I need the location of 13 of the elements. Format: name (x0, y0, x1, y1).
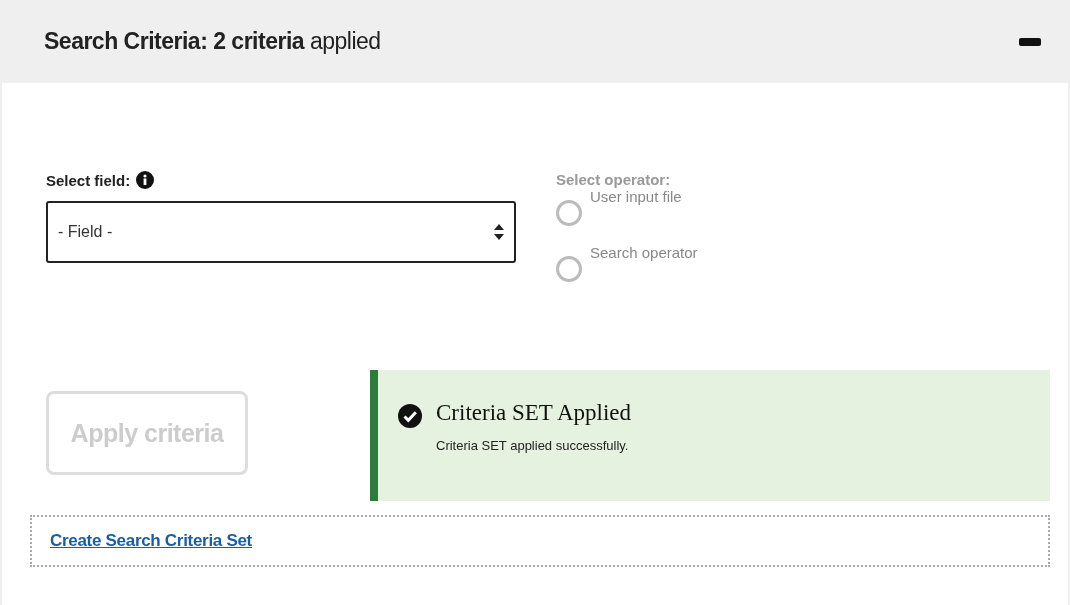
field-label: Select field: (46, 171, 131, 189)
radio-label: User input file (590, 188, 682, 205)
info-icon[interactable] (136, 171, 155, 189)
field-select[interactable]: - Field - (46, 201, 516, 263)
operator-label: Select operator: (556, 171, 671, 188)
check-circle-icon (398, 404, 422, 428)
alert-title: Criteria SET Applied (436, 400, 632, 426)
minus-icon (1019, 37, 1041, 46)
radio-label: Search operator (590, 244, 698, 261)
sort-arrows-icon (494, 224, 504, 240)
panel-title: Search Criteria: 2 criteria applied (44, 28, 381, 55)
create-criteria-set-link[interactable]: Create Search Criteria Set (50, 531, 252, 550)
alert-message: Criteria SET applied successfully. (436, 438, 630, 453)
